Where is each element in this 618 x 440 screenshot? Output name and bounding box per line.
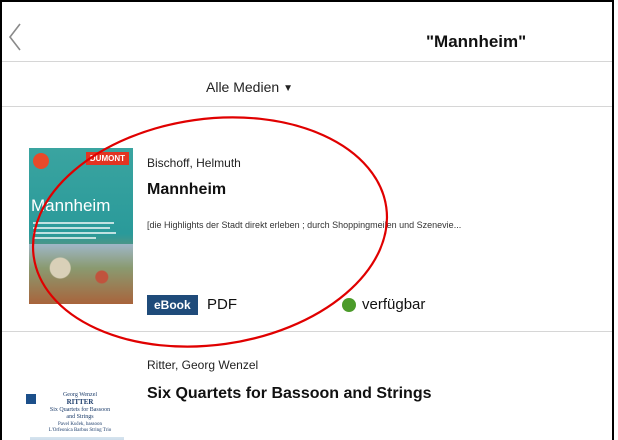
cover-text: L'Orfeonica Barbus String Trio [48, 428, 112, 433]
app-window: "Mannheim" Alle Medien ▼ DUMONT Mannheim … [0, 0, 614, 440]
media-filter-dropdown[interactable]: Alle Medien ▼ [206, 79, 293, 95]
availability-status-icon [342, 298, 356, 312]
cover-text: Six Quartets for Bassoon [49, 407, 111, 413]
album-cover-image: Georg Wenzel RITTER Six Quartets for Bas… [24, 392, 128, 440]
cover-text-lines [33, 222, 123, 242]
book-cover-image: DUMONT Mannheim [29, 148, 133, 304]
cover-text: and Strings [66, 414, 94, 420]
result-item[interactable]: Georg Wenzel RITTER Six Quartets for Bas… [2, 332, 612, 440]
cover-photo [29, 244, 133, 304]
result-title[interactable]: Mannheim [147, 181, 226, 199]
format-label: PDF [207, 296, 237, 313]
caret-down-icon: ▼ [283, 83, 294, 94]
result-author: Bischoff, Helmuth [147, 156, 241, 170]
cover-text: Pavel Kuček, bassoon [57, 422, 103, 427]
result-item[interactable]: DUMONT Mannheim Bischoff, Helmuth Mannhe… [2, 107, 612, 332]
result-title[interactable]: Six Quartets for Bassoon and Strings [147, 385, 432, 403]
media-type-badge: eBook [147, 295, 198, 315]
cover-logo [26, 394, 36, 404]
cover-badge [33, 153, 49, 169]
media-filter-label: Alle Medien [206, 79, 280, 95]
result-subtitle: [die Highlights der Stadt direkt erleben… [147, 220, 462, 230]
filter-bar: Alle Medien ▼ [2, 62, 612, 107]
top-bar: "Mannheim" [2, 2, 612, 62]
result-author: Ritter, Georg Wenzel [147, 358, 259, 372]
cover-brand-label: DUMONT [85, 152, 129, 165]
cover-title: Mannheim [31, 196, 111, 215]
availability-label: verfügbar [362, 296, 426, 313]
cover-text: RITTER [66, 398, 94, 406]
search-query-title: "Mannheim" [426, 32, 527, 51]
chevron-left-icon[interactable] [6, 22, 24, 52]
